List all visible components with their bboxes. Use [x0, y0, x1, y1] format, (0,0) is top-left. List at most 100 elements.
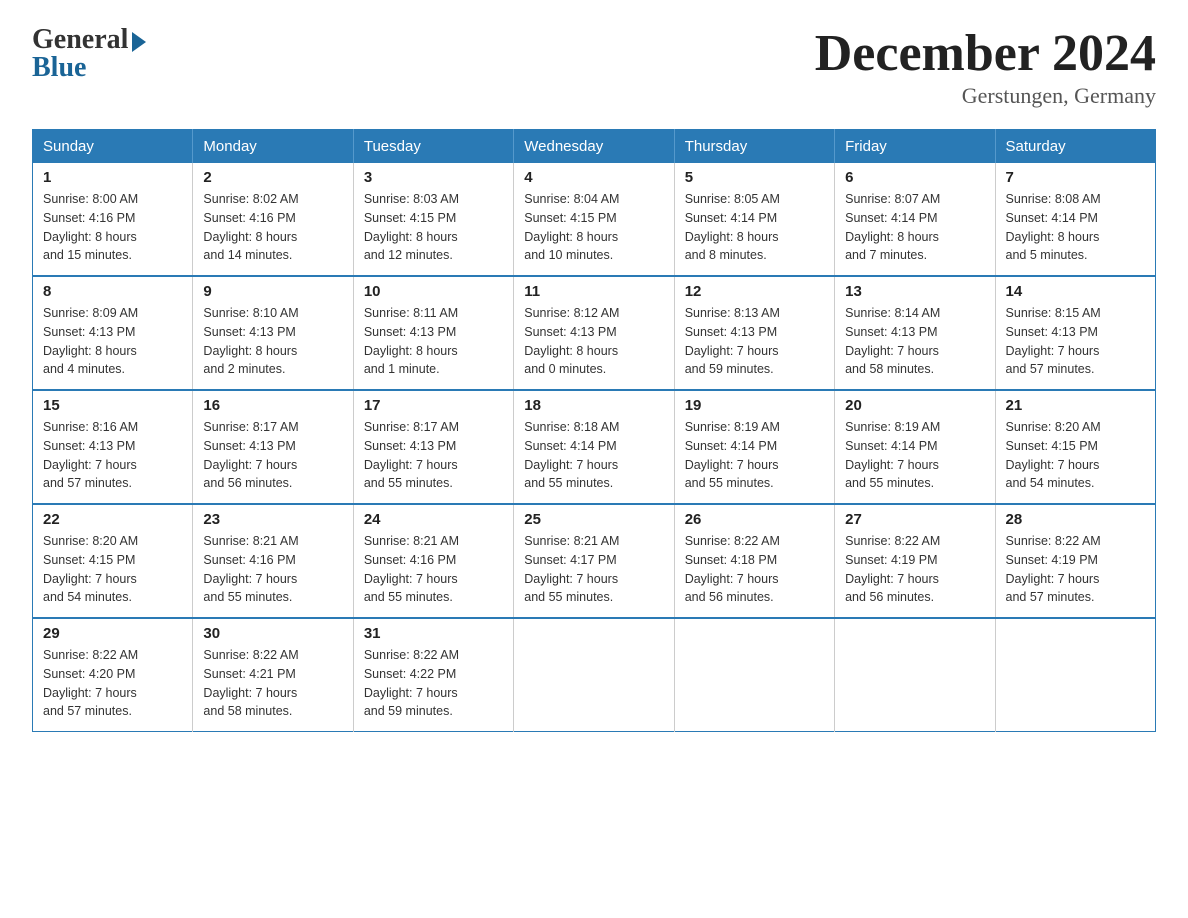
day-number: 12 — [685, 283, 824, 300]
day-number: 22 — [43, 511, 182, 528]
day-number: 25 — [524, 511, 663, 528]
calendar-cell — [514, 618, 674, 732]
calendar-table: SundayMondayTuesdayWednesdayThursdayFrid… — [32, 129, 1156, 732]
calendar-cell: 4 Sunrise: 8:04 AM Sunset: 4:15 PM Daylig… — [514, 163, 674, 276]
day-number: 10 — [364, 283, 503, 300]
day-number: 2 — [203, 169, 342, 186]
day-number: 28 — [1006, 511, 1145, 528]
day-info: Sunrise: 8:00 AM Sunset: 4:16 PM Dayligh… — [43, 190, 182, 265]
calendar-cell: 8 Sunrise: 8:09 AM Sunset: 4:13 PM Daylig… — [33, 276, 193, 390]
day-number: 1 — [43, 169, 182, 186]
day-number: 13 — [845, 283, 984, 300]
day-number: 24 — [364, 511, 503, 528]
calendar-week-3: 15Sunrise: 8:16 AM Sunset: 4:13 PM Dayli… — [33, 390, 1156, 504]
calendar-cell: 28Sunrise: 8:22 AM Sunset: 4:19 PM Dayli… — [995, 504, 1155, 618]
calendar-cell: 29 Sunrise: 8:22 AM Sunset: 4:20 PM Dayli… — [33, 618, 193, 732]
day-info: Sunrise: 8:19 AM Sunset: 4:14 PM Dayligh… — [685, 418, 824, 493]
day-info: Sunrise: 8:12 AM Sunset: 4:13 PM Dayligh… — [524, 304, 663, 379]
calendar-cell: 3 Sunrise: 8:03 AM Sunset: 4:15 PM Daylig… — [353, 163, 513, 276]
day-number: 6 — [845, 169, 984, 186]
day-number: 3 — [364, 169, 503, 186]
day-number: 19 — [685, 397, 824, 414]
day-number: 21 — [1006, 397, 1145, 414]
logo-blue-text: Blue — [32, 52, 86, 84]
day-number: 18 — [524, 397, 663, 414]
calendar-cell: 22 Sunrise: 8:20 AM Sunset: 4:15 PM Dayli… — [33, 504, 193, 618]
calendar-cell: 15Sunrise: 8:16 AM Sunset: 4:13 PM Dayli… — [33, 390, 193, 504]
header-monday: Monday — [193, 130, 353, 164]
calendar-week-5: 29 Sunrise: 8:22 AM Sunset: 4:20 PM Dayli… — [33, 618, 1156, 732]
day-info: Sunrise: 8:22 AM Sunset: 4:18 PM Dayligh… — [685, 532, 824, 607]
day-number: 5 — [685, 169, 824, 186]
day-number: 30 — [203, 625, 342, 642]
day-number: 26 — [685, 511, 824, 528]
day-info: Sunrise: 8:22 AM Sunset: 4:20 PM Dayligh… — [43, 646, 182, 721]
header-friday: Friday — [835, 130, 995, 164]
day-info: Sunrise: 8:21 AM Sunset: 4:16 PM Dayligh… — [203, 532, 342, 607]
day-info: Sunrise: 8:11 AM Sunset: 4:13 PM Dayligh… — [364, 304, 503, 379]
day-info: Sunrise: 8:22 AM Sunset: 4:21 PM Dayligh… — [203, 646, 342, 721]
day-info: Sunrise: 8:10 AM Sunset: 4:13 PM Dayligh… — [203, 304, 342, 379]
calendar-cell: 21Sunrise: 8:20 AM Sunset: 4:15 PM Dayli… — [995, 390, 1155, 504]
calendar-cell: 19 Sunrise: 8:19 AM Sunset: 4:14 PM Dayli… — [674, 390, 834, 504]
location: Gerstungen, Germany — [815, 83, 1156, 109]
calendar-cell: 25 Sunrise: 8:21 AM Sunset: 4:17 PM Dayli… — [514, 504, 674, 618]
month-title: December 2024 — [815, 24, 1156, 83]
day-info: Sunrise: 8:14 AM Sunset: 4:13 PM Dayligh… — [845, 304, 984, 379]
calendar-cell — [835, 618, 995, 732]
day-number: 17 — [364, 397, 503, 414]
header-wednesday: Wednesday — [514, 130, 674, 164]
calendar-cell: 2 Sunrise: 8:02 AM Sunset: 4:16 PM Daylig… — [193, 163, 353, 276]
calendar-week-2: 8 Sunrise: 8:09 AM Sunset: 4:13 PM Daylig… — [33, 276, 1156, 390]
day-info: Sunrise: 8:17 AM Sunset: 4:13 PM Dayligh… — [364, 418, 503, 493]
day-number: 14 — [1006, 283, 1145, 300]
logo-arrow-icon — [132, 32, 146, 52]
day-info: Sunrise: 8:13 AM Sunset: 4:13 PM Dayligh… — [685, 304, 824, 379]
header-sunday: Sunday — [33, 130, 193, 164]
day-info: Sunrise: 8:15 AM Sunset: 4:13 PM Dayligh… — [1006, 304, 1145, 379]
day-number: 11 — [524, 283, 663, 300]
day-info: Sunrise: 8:04 AM Sunset: 4:15 PM Dayligh… — [524, 190, 663, 265]
calendar-cell: 24Sunrise: 8:21 AM Sunset: 4:16 PM Dayli… — [353, 504, 513, 618]
calendar-cell — [674, 618, 834, 732]
day-number: 4 — [524, 169, 663, 186]
day-number: 20 — [845, 397, 984, 414]
logo: General Blue — [32, 24, 146, 84]
calendar-cell: 12 Sunrise: 8:13 AM Sunset: 4:13 PM Dayli… — [674, 276, 834, 390]
title-block: December 2024 Gerstungen, Germany — [815, 24, 1156, 109]
calendar-week-4: 22 Sunrise: 8:20 AM Sunset: 4:15 PM Dayli… — [33, 504, 1156, 618]
day-info: Sunrise: 8:20 AM Sunset: 4:15 PM Dayligh… — [43, 532, 182, 607]
header-tuesday: Tuesday — [353, 130, 513, 164]
calendar-cell: 17 Sunrise: 8:17 AM Sunset: 4:13 PM Dayli… — [353, 390, 513, 504]
day-info: Sunrise: 8:22 AM Sunset: 4:22 PM Dayligh… — [364, 646, 503, 721]
calendar-cell: 26 Sunrise: 8:22 AM Sunset: 4:18 PM Dayli… — [674, 504, 834, 618]
day-info: Sunrise: 8:18 AM Sunset: 4:14 PM Dayligh… — [524, 418, 663, 493]
calendar-cell: 1 Sunrise: 8:00 AM Sunset: 4:16 PM Daylig… — [33, 163, 193, 276]
calendar-cell: 23 Sunrise: 8:21 AM Sunset: 4:16 PM Dayli… — [193, 504, 353, 618]
day-number: 27 — [845, 511, 984, 528]
calendar-cell: 31 Sunrise: 8:22 AM Sunset: 4:22 PM Dayli… — [353, 618, 513, 732]
day-info: Sunrise: 8:19 AM Sunset: 4:14 PM Dayligh… — [845, 418, 984, 493]
calendar-cell: 27Sunrise: 8:22 AM Sunset: 4:19 PM Dayli… — [835, 504, 995, 618]
day-info: Sunrise: 8:02 AM Sunset: 4:16 PM Dayligh… — [203, 190, 342, 265]
calendar-cell: 20 Sunrise: 8:19 AM Sunset: 4:14 PM Dayli… — [835, 390, 995, 504]
day-number: 29 — [43, 625, 182, 642]
day-number: 23 — [203, 511, 342, 528]
calendar-cell: 16 Sunrise: 8:17 AM Sunset: 4:13 PM Dayli… — [193, 390, 353, 504]
day-number: 16 — [203, 397, 342, 414]
day-info: Sunrise: 8:17 AM Sunset: 4:13 PM Dayligh… — [203, 418, 342, 493]
day-info: Sunrise: 8:03 AM Sunset: 4:15 PM Dayligh… — [364, 190, 503, 265]
day-number: 31 — [364, 625, 503, 642]
day-number: 8 — [43, 283, 182, 300]
page-header: General Blue December 2024 Gerstungen, G… — [32, 24, 1156, 109]
calendar-cell: 11 Sunrise: 8:12 AM Sunset: 4:13 PM Dayli… — [514, 276, 674, 390]
day-info: Sunrise: 8:09 AM Sunset: 4:13 PM Dayligh… — [43, 304, 182, 379]
calendar-cell: 10 Sunrise: 8:11 AM Sunset: 4:13 PM Dayli… — [353, 276, 513, 390]
calendar-cell: 6Sunrise: 8:07 AM Sunset: 4:14 PM Daylig… — [835, 163, 995, 276]
calendar-cell: 18 Sunrise: 8:18 AM Sunset: 4:14 PM Dayli… — [514, 390, 674, 504]
header-saturday: Saturday — [995, 130, 1155, 164]
calendar-cell: 5Sunrise: 8:05 AM Sunset: 4:14 PM Daylig… — [674, 163, 834, 276]
calendar-cell: 9Sunrise: 8:10 AM Sunset: 4:13 PM Daylig… — [193, 276, 353, 390]
day-info: Sunrise: 8:21 AM Sunset: 4:17 PM Dayligh… — [524, 532, 663, 607]
day-number: 15 — [43, 397, 182, 414]
